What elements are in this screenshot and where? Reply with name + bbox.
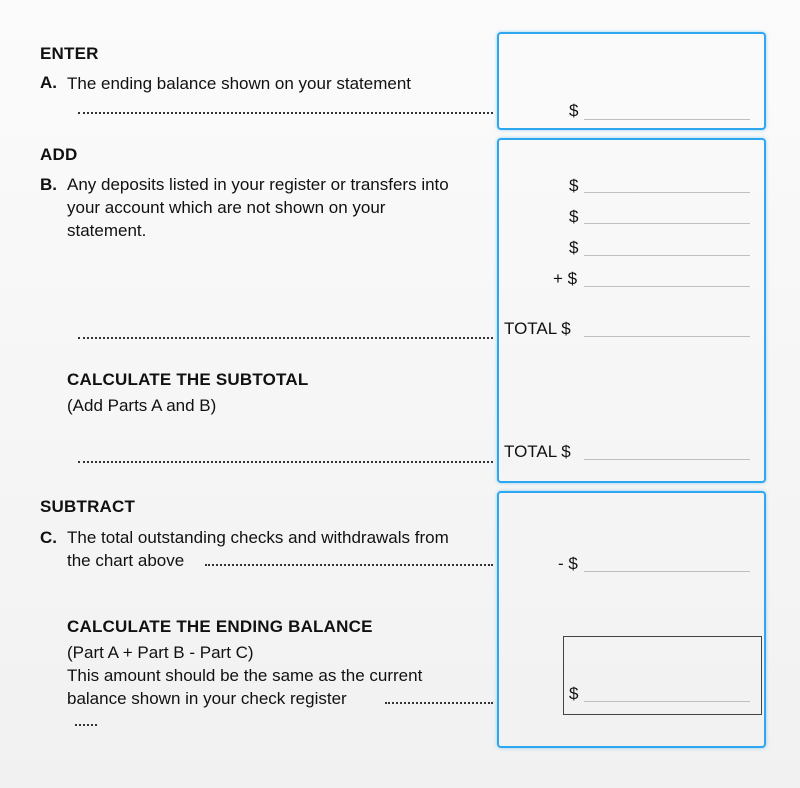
part-a-text: The ending balance shown on your stateme… bbox=[67, 74, 412, 93]
part-b-total-label: TOTAL $ bbox=[504, 319, 571, 338]
part-c-amount-field[interactable] bbox=[584, 571, 750, 572]
subtotal-note: (Add Parts A and B) bbox=[67, 396, 217, 415]
part-b-amount-field-1[interactable] bbox=[584, 192, 750, 193]
ending-balance-field-box bbox=[563, 636, 762, 715]
ending-balance-amount-field[interactable] bbox=[584, 701, 750, 702]
subtotal-leader-dots bbox=[78, 461, 493, 463]
part-c-leader-dots bbox=[205, 564, 493, 566]
part-b-amount-field-2[interactable] bbox=[584, 223, 750, 224]
ending-balance-note-line-2: balance shown in your check register bbox=[67, 689, 347, 708]
part-c-letter: C. bbox=[40, 528, 57, 547]
part-a-letter: A. bbox=[40, 73, 57, 92]
part-c-text-line-1: The total outstanding checks and withdra… bbox=[67, 528, 449, 547]
part-b-dollar-2: $ bbox=[569, 207, 579, 226]
ending-balance-formula: (Part A + Part B - Part C) bbox=[67, 643, 254, 662]
ending-balance-dollar-sign: $ bbox=[569, 684, 579, 703]
part-b-text-line-3: statement. bbox=[67, 221, 147, 240]
part-c-text-line-2: the chart above bbox=[67, 551, 185, 570]
part-b-amount-field-4[interactable] bbox=[584, 286, 750, 287]
enter-heading: ENTER bbox=[40, 44, 99, 63]
part-b-dollar-4: + $ bbox=[553, 269, 578, 288]
ending-balance-heading: CALCULATE THE ENDING BALANCE bbox=[67, 617, 373, 636]
part-a-box bbox=[497, 32, 766, 130]
subtotal-heading: CALCULATE THE SUBTOTAL bbox=[67, 370, 309, 389]
subtract-heading: SUBTRACT bbox=[40, 497, 136, 516]
part-b-leader-dots bbox=[78, 337, 493, 339]
part-b-amount-field-3[interactable] bbox=[584, 255, 750, 256]
part-b-dollar-1: $ bbox=[569, 176, 579, 195]
part-b-text-line-2: your account which are not shown on your bbox=[67, 198, 386, 217]
part-b-dollar-3: $ bbox=[569, 238, 579, 257]
subtotal-total-label: TOTAL $ bbox=[504, 442, 571, 461]
subtotal-total-field[interactable] bbox=[584, 459, 750, 460]
part-b-letter: B. bbox=[40, 175, 57, 194]
add-heading: ADD bbox=[40, 145, 78, 164]
ending-balance-note-line-1: This amount should be the same as the cu… bbox=[67, 666, 423, 685]
part-a-leader-dots bbox=[78, 112, 493, 114]
ending-balance-leader-dots bbox=[385, 702, 493, 704]
ending-balance-leader-dots-continued bbox=[75, 724, 97, 726]
part-a-amount-field[interactable] bbox=[584, 119, 750, 120]
part-b-subtotal-box bbox=[497, 138, 766, 483]
part-c-dollar-sign: - $ bbox=[558, 554, 578, 573]
part-b-total-field[interactable] bbox=[584, 336, 750, 337]
part-b-text-line-1: Any deposits listed in your register or … bbox=[67, 175, 449, 194]
part-a-dollar-sign: $ bbox=[569, 101, 579, 120]
